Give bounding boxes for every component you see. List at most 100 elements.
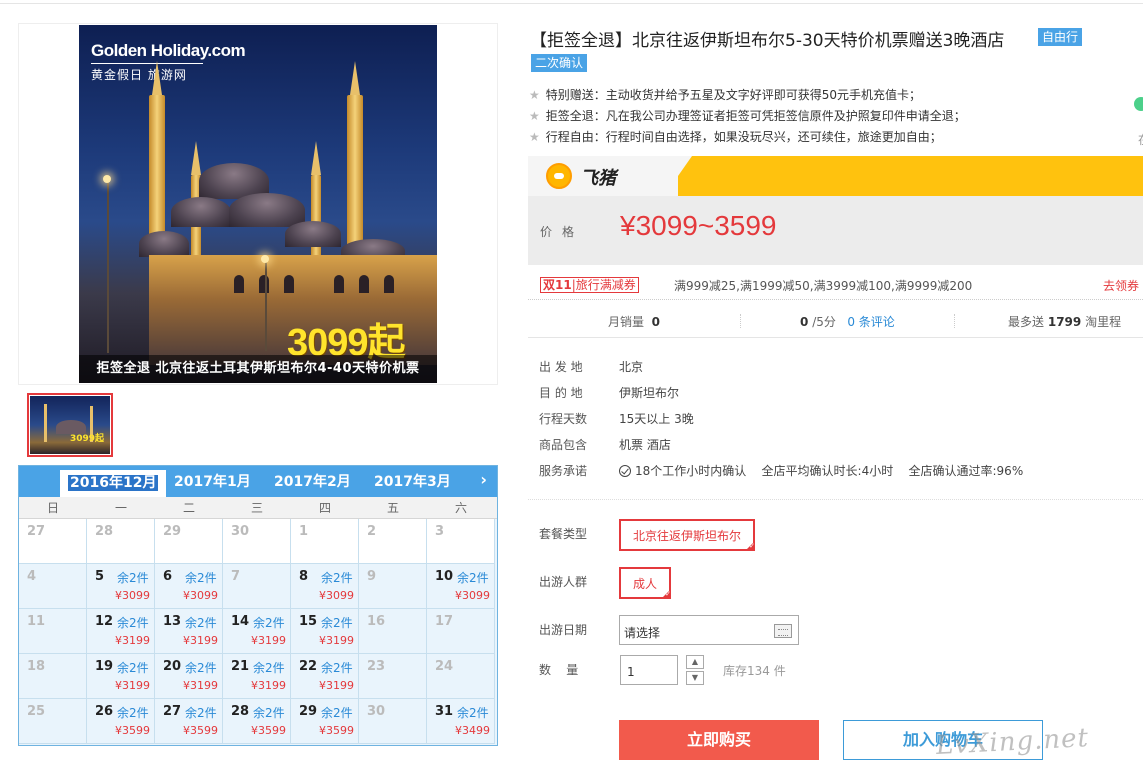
day-number: 28: [95, 524, 114, 539]
weekday-label: 三: [250, 501, 263, 515]
calendar-weekday-row: 日一二三四五六: [19, 497, 497, 519]
day-price: ¥3099: [183, 589, 218, 602]
get-coupon-link[interactable]: 去领券: [1103, 277, 1139, 294]
main-image-frame: Golden Holiday.com 黄金假日 旅游网 3099起 拒签全退 北…: [18, 23, 498, 385]
day-price: ¥3099: [115, 589, 150, 602]
day-number: 10: [435, 569, 454, 584]
calendar-day-available[interactable]: 21 余2件 ¥3199: [223, 654, 291, 699]
street-lamp-light: [103, 175, 111, 183]
day-number: 29: [299, 704, 318, 719]
calendar-day-available[interactable]: 20 余2件 ¥3199: [155, 654, 223, 699]
calendar-day-unavailable: 24: [427, 654, 495, 699]
info-label: 目 的 地: [539, 386, 583, 400]
day-stock: 余2件: [117, 706, 149, 720]
day-price: ¥3599: [251, 724, 286, 737]
info-includes: 商品包含 机票 酒店: [539, 436, 671, 453]
date-picker-field[interactable]: 请选择: [619, 615, 799, 645]
day-number: 27: [27, 524, 46, 539]
info-days: 行程天数 15天以上 3晚: [539, 410, 694, 427]
tab-month-2016-12[interactable]: 2016年12月: [59, 470, 167, 497]
calendar-day-available[interactable]: 26 余2件 ¥3599: [87, 699, 155, 744]
day-price: ¥3199: [319, 634, 354, 647]
calendar-day-available[interactable]: 13 余2件 ¥3199: [155, 609, 223, 654]
package-label: 套餐类型: [539, 527, 588, 541]
selected-check-icon: [661, 589, 671, 599]
calendar-day-available[interactable]: 5 余2件 ¥3099: [87, 564, 155, 609]
calendar-day-unavailable: 23: [359, 654, 427, 699]
day-stock: 余2件: [253, 706, 285, 720]
calendar-day-available[interactable]: 10 余2件 ¥3099: [427, 564, 495, 609]
weekday-label: 日: [46, 501, 59, 515]
package-option[interactable]: 北京往返伊斯坦布尔: [619, 519, 755, 551]
day-price: ¥3199: [183, 634, 218, 647]
weekday-label: 一: [114, 501, 127, 515]
calendar-day-available[interactable]: 19 余2件 ¥3199: [87, 654, 155, 699]
day-number: 31: [435, 704, 454, 719]
tab-month-2017-03[interactable]: 2017年3月: [366, 469, 459, 496]
dome-far-left: [139, 231, 189, 257]
main-product-image[interactable]: Golden Holiday.com 黄金假日 旅游网 3099起 拒签全退 北…: [79, 25, 437, 383]
info-value: 北京: [619, 360, 644, 374]
group-option-text: 成人: [632, 577, 657, 591]
day-number: 15: [299, 614, 318, 629]
chevron-up-icon[interactable]: ▲: [686, 655, 704, 669]
top-divider: [0, 3, 1143, 4]
calendar-day-unavailable: 29: [155, 519, 223, 564]
quantity-input[interactable]: 1: [620, 655, 678, 685]
thumbnail-selected[interactable]: 3099起: [27, 393, 113, 457]
info-value: 机票 酒店: [619, 438, 671, 452]
promo-gift: ★ 特别赠送：主动收货并给予五星及文字好评即可获得50元手机充值卡；: [529, 86, 921, 103]
reviews-link[interactable]: 0 条评论: [847, 315, 894, 329]
tab-month-2017-01[interactable]: 2017年1月: [166, 469, 259, 496]
coupon-badge-text: 旅行满减券: [575, 278, 636, 292]
day-number: 2: [367, 524, 377, 539]
day-stock: 余2件: [321, 706, 353, 720]
price-panel: 价格 ¥3099~3599: [528, 196, 1143, 265]
tab-month-2017-02[interactable]: 2017年2月: [266, 469, 359, 496]
package-option-text: 北京往返伊斯坦布尔: [632, 529, 741, 543]
calendar-day-available[interactable]: 28 余2件 ¥3599: [223, 699, 291, 744]
price-label: 价格: [540, 225, 585, 239]
day-stock: 余2件: [321, 571, 353, 585]
calendar-day-unavailable: 1: [291, 519, 359, 564]
day-number: 23: [367, 659, 386, 674]
rating-unit: /5分: [812, 315, 836, 329]
chevron-down-icon[interactable]: ▼: [686, 671, 704, 685]
calendar-day-available[interactable]: 31 余2件 ¥3499: [427, 699, 495, 744]
side-text: 在: [1138, 131, 1143, 148]
calendar-day-unavailable: 17: [427, 609, 495, 654]
promo-freedom: ★ 行程自由：行程时间自由选择，如果没玩尽兴，还可续住，旅途更加自由；: [529, 128, 942, 145]
info-destination: 目 的 地 伊斯坦布尔: [539, 384, 679, 401]
calendar-day-available[interactable]: 6 余2件 ¥3099: [155, 564, 223, 609]
buy-now-button[interactable]: 立即购买: [619, 720, 819, 760]
group-option[interactable]: 成人: [619, 567, 671, 599]
street-lamp-light: [261, 255, 269, 263]
fliggy-logo-icon: [546, 163, 572, 189]
check-circle-icon: [619, 465, 631, 477]
calendar-day-available[interactable]: 27 余2件 ¥3599: [155, 699, 223, 744]
calendar-day-available[interactable]: 22 余2件 ¥3199: [291, 654, 359, 699]
calendar-day-available[interactable]: 14 余2件 ¥3199: [223, 609, 291, 654]
calendar-day-available[interactable]: 12 余2件 ¥3199: [87, 609, 155, 654]
chevron-right-icon[interactable]: ›: [480, 470, 487, 489]
date-placeholder: 请选择: [624, 626, 661, 640]
coupon-rules: 满999减25,满1999减50,满3999减100,满9999减200: [674, 279, 973, 293]
day-number: 12: [95, 614, 114, 629]
qty-label: 数 量: [539, 663, 579, 677]
day-number: 1: [299, 524, 309, 539]
calendar-icon[interactable]: [774, 624, 792, 638]
calendar-day-unavailable: 27: [19, 519, 87, 564]
calendar-day-available[interactable]: 15 余2件 ¥3199: [291, 609, 359, 654]
price-value: ¥3099~3599: [620, 210, 777, 241]
calendar-day-available[interactable]: 29 余2件 ¥3599: [291, 699, 359, 744]
day-number: 30: [231, 524, 250, 539]
brand-underline: [91, 63, 203, 64]
dome-right: [285, 221, 341, 247]
calendar-day-available[interactable]: 8 余2件 ¥3099: [291, 564, 359, 609]
coupon-badge-prefix: 双11: [543, 278, 572, 292]
monthly-sales-value: 0: [651, 315, 661, 329]
promo-text: 特别赠送：主动收货并给予五星及文字好评即可获得50元手机充值卡；: [545, 88, 922, 102]
quantity-value: 1: [627, 665, 635, 679]
online-status-icon[interactable]: [1134, 97, 1143, 111]
stats-separator: [740, 314, 741, 328]
